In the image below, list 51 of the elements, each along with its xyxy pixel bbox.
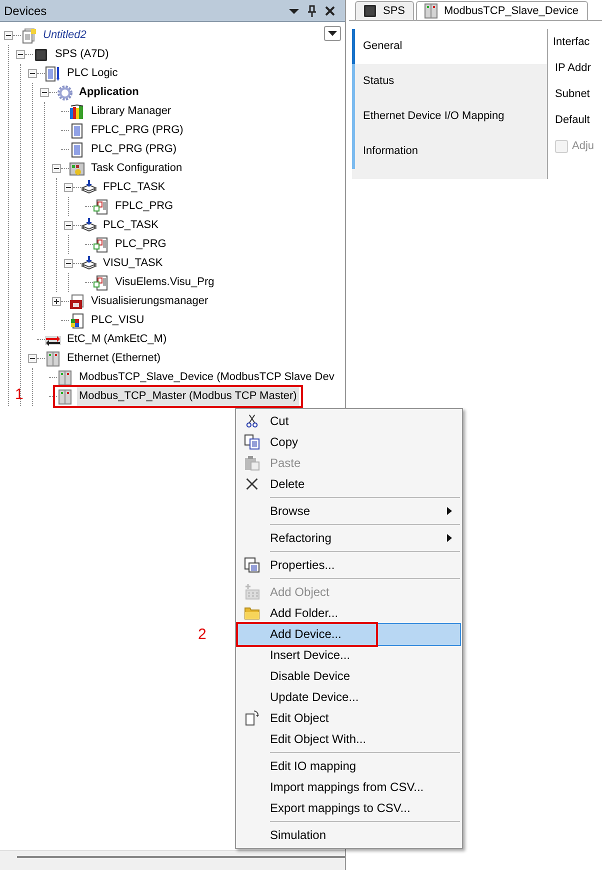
tree-item[interactable]: FPLC_PRG [113,197,176,216]
menu-item[interactable]: Edit Object With... [238,728,460,750]
menu-item[interactable]: Delete [238,474,460,495]
menu-item[interactable]: Insert Device... [238,644,460,666]
menu-item[interactable]: Cut [238,410,460,432]
tree-item[interactable]: Untitled2 [41,26,88,45]
field-label: IP Addr [554,60,592,76]
field-label: Default [554,112,591,128]
menu-item[interactable]: Copy [238,432,460,453]
menu-item[interactable]: Properties... [238,554,460,576]
panel-title: Devices [4,2,48,20]
tree-item[interactable]: PLC Logic [65,64,120,83]
tree-item[interactable]: FPLC_PRG (PRG) [89,121,186,140]
tree-item[interactable]: SPS (A7D) [53,45,111,64]
menu-item[interactable]: Edit IO mapping [238,756,460,777]
tree-item[interactable]: EtC_M (AmkEtC_M) [65,330,169,349]
tree-item[interactable]: Ethernet (Ethernet) [65,349,163,368]
side-tab[interactable]: Ethernet Device I/O Mapping [352,99,547,134]
menu-item[interactable]: Import mappings from CSV... [238,776,460,798]
field-label: Subnet [554,86,591,102]
menu-item[interactable]: Add Folder... [238,602,460,624]
tree-item[interactable]: Application [77,83,141,102]
tree-item[interactable]: VisuElems.Visu_Prg [113,273,216,292]
callout-number: 1 [15,385,24,406]
editor-tab[interactable]: SPS [355,1,414,20]
tree-item[interactable]: PLC_VISU [89,311,146,330]
section-label: Interfac [553,34,591,50]
menu-item[interactable]: Export mappings to CSV... [238,798,460,819]
tree-item[interactable]: Visualisierungsmanager [89,292,210,311]
side-tab[interactable]: Information [352,134,547,169]
tree-item[interactable]: ModbusTCP_Slave_Device (ModbusTCP Slave Dev [77,368,336,387]
callout-number: 2 [198,624,206,645]
editor-tab[interactable]: ModbusTCP_Slave_Device [416,1,588,20]
tree-item[interactable]: Task Configuration [89,159,184,178]
tree-item[interactable]: PLC_PRG [113,235,168,254]
tree-item[interactable]: FPLC_TASK [101,178,168,197]
menu-item[interactable]: Refactoring [238,528,460,549]
menu-item[interactable]: Add Device... [238,624,460,645]
menu-item[interactable]: Update Device... [238,686,460,708]
menu-item[interactable]: Simulation [238,824,460,846]
tree-item[interactable]: Modbus_TCP_Master (Modbus TCP Master) [77,387,299,406]
menu-item[interactable]: Disable Device [238,666,460,687]
tree-item[interactable]: VISU_TASK [101,254,165,273]
checkbox-label: Adju [572,138,594,154]
side-tab[interactable]: Status [352,64,547,99]
menu-item[interactable]: Browse [238,500,460,522]
side-tab[interactable]: General [352,29,547,64]
menu-item[interactable]: Edit Object [238,708,460,729]
tree-item[interactable]: PLC_PRG (PRG) [89,140,179,159]
tree-item[interactable]: Library Manager [89,102,174,121]
tree-item[interactable]: PLC_TASK [101,216,160,235]
